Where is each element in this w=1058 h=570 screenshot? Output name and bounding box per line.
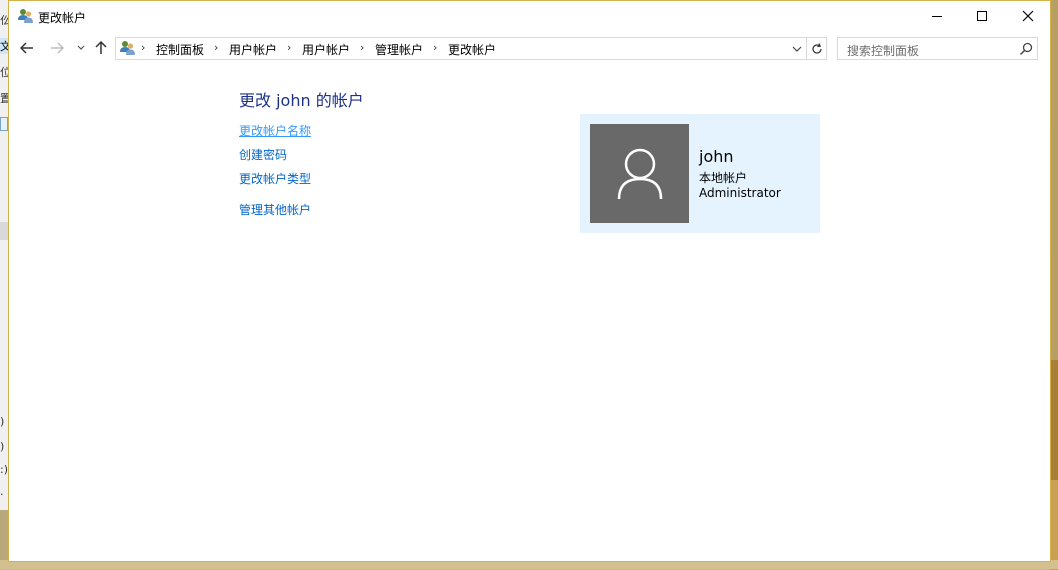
minimize-icon	[932, 15, 942, 17]
user-icon	[617, 148, 662, 199]
user-accounts-icon	[120, 41, 135, 55]
change-account-type-link[interactable]: 更改帐户类型	[239, 170, 311, 187]
breadcrumb-control-panel[interactable]: 控制面板	[156, 41, 204, 58]
desktop-wallpaper-detail	[1050, 480, 1058, 570]
arrow-up-icon	[95, 41, 107, 54]
search-placeholder: 搜索控制面板	[847, 44, 920, 58]
address-bar[interactable]: › 控制面板 › 用户帐户 › 用户帐户 › 管理帐户 › 更改帐户	[115, 37, 827, 60]
window-title: 更改帐户	[38, 11, 87, 25]
maximize-button[interactable]	[959, 1, 1005, 31]
search-icon[interactable]	[1018, 41, 1034, 57]
page-title: 更改 john 的帐户	[239, 91, 364, 110]
breadcrumb-separator-icon[interactable]: ›	[141, 41, 145, 54]
chevron-down-icon	[77, 45, 85, 50]
background-window-text: )	[0, 440, 5, 453]
background-window-checkbox[interactable]	[0, 117, 8, 131]
background-window-text: ·	[0, 488, 4, 501]
background-window-text: )	[0, 415, 5, 428]
breadcrumb-separator-icon[interactable]: ›	[287, 41, 291, 54]
forward-button[interactable]	[47, 37, 67, 59]
back-button[interactable]	[17, 37, 37, 59]
change-account-window: 更改帐户 › 控制面板 › 用户帐户 › 用户帐户 › 管理帐户 › 更改帐户 …	[8, 0, 1051, 562]
close-button[interactable]	[1005, 1, 1051, 31]
avatar	[590, 124, 689, 223]
title-bar[interactable]: 更改帐户	[9, 1, 1050, 32]
breadcrumb-user-accounts[interactable]: 用户帐户	[229, 41, 277, 58]
background-window-text: :)	[0, 463, 8, 476]
refresh-icon	[812, 42, 822, 54]
account-type-label: 本地帐户	[699, 171, 748, 185]
chevron-down-icon	[792, 46, 802, 52]
address-history-dropdown[interactable]	[788, 40, 806, 57]
change-account-name-link[interactable]: 更改帐户名称	[239, 122, 311, 139]
maximize-icon	[977, 11, 987, 21]
breadcrumb-user-accounts-sub[interactable]: 用户帐户	[302, 41, 350, 58]
breadcrumb-separator-icon[interactable]: ›	[433, 41, 437, 54]
account-card: john 本地帐户 Administrator	[580, 114, 820, 233]
breadcrumb-manage-accounts[interactable]: 管理帐户	[375, 41, 423, 58]
recent-locations-button[interactable]	[71, 37, 91, 59]
account-role-label: Administrator	[699, 186, 781, 200]
up-button[interactable]	[91, 37, 111, 59]
breadcrumb-separator-icon[interactable]: ›	[360, 41, 364, 54]
address-divider	[806, 38, 807, 59]
manage-other-accounts-link[interactable]: 管理其他帐户	[239, 201, 311, 218]
account-name: john	[699, 147, 734, 166]
refresh-button[interactable]	[808, 39, 826, 58]
arrow-left-icon	[20, 42, 33, 54]
arrow-right-icon	[51, 42, 64, 54]
breadcrumb-change-account[interactable]: 更改帐户	[448, 41, 496, 58]
close-icon	[1022, 10, 1034, 22]
user-accounts-icon	[18, 9, 33, 23]
create-password-link[interactable]: 创建密码	[239, 146, 287, 163]
navigation-bar: › 控制面板 › 用户帐户 › 用户帐户 › 管理帐户 › 更改帐户 搜索控制面…	[9, 34, 1050, 62]
search-input[interactable]: 搜索控制面板	[837, 37, 1038, 60]
content-area: 更改 john 的帐户 更改帐户名称 创建密码 更改帐户类型 管理其他帐户 jo…	[9, 63, 1050, 561]
breadcrumb-separator-icon[interactable]: ›	[214, 41, 218, 54]
minimize-button[interactable]	[914, 1, 960, 31]
